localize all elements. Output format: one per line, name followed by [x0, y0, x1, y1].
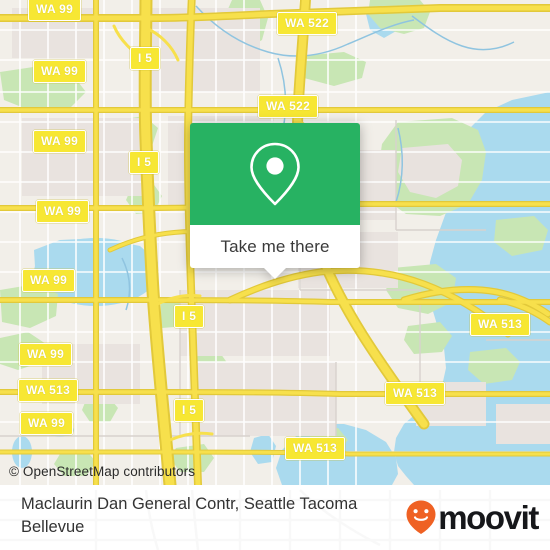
shield-wa-99: WA 99 [33, 60, 87, 83]
moovit-logo: moovit [405, 498, 539, 536]
footer-bar: Maclaurin Dan General Contr, Seattle Tac… [0, 485, 550, 550]
map-canvas[interactable]: WA 99 WA 522 WA 99 I 5 WA 522 WA 99 I 5 … [0, 0, 550, 485]
location-title: Maclaurin Dan General Contr, Seattle Tac… [21, 495, 358, 536]
shield-wa-522: WA 522 [277, 12, 338, 35]
shield-wa-99: WA 99 [28, 0, 82, 21]
shield-i-5: I 5 [174, 399, 205, 422]
moovit-wordmark: moovit [438, 498, 539, 536]
shield-wa-522: WA 522 [258, 95, 319, 118]
shield-wa-99: WA 99 [22, 269, 76, 292]
map-screenshot: WA 99 WA 522 WA 99 I 5 WA 522 WA 99 I 5 … [0, 0, 550, 550]
shield-wa-513: WA 513 [18, 379, 79, 402]
moovit-smiley-pin-icon [406, 500, 436, 534]
shield-i-5: I 5 [174, 305, 205, 328]
shield-wa-99: WA 99 [20, 412, 74, 435]
shield-wa-99: WA 99 [33, 130, 87, 153]
shield-wa-513: WA 513 [470, 313, 531, 336]
shield-wa-99: WA 99 [36, 200, 90, 223]
callout-tail [263, 267, 287, 279]
take-me-there-label: Take me there [220, 236, 330, 256]
map-attribution: © OpenStreetMap contributors [9, 464, 196, 479]
shield-wa-513: WA 513 [385, 382, 446, 405]
shield-i-5: I 5 [129, 151, 160, 174]
location-callout-card[interactable]: Take me there [190, 123, 360, 279]
shield-wa-513: WA 513 [285, 437, 346, 460]
location-pin-icon [250, 142, 300, 206]
callout-action-area[interactable]: Take me there [190, 225, 360, 279]
shield-i-5: I 5 [130, 47, 161, 70]
shield-wa-99: WA 99 [19, 343, 73, 366]
callout-pin-area [190, 123, 360, 225]
